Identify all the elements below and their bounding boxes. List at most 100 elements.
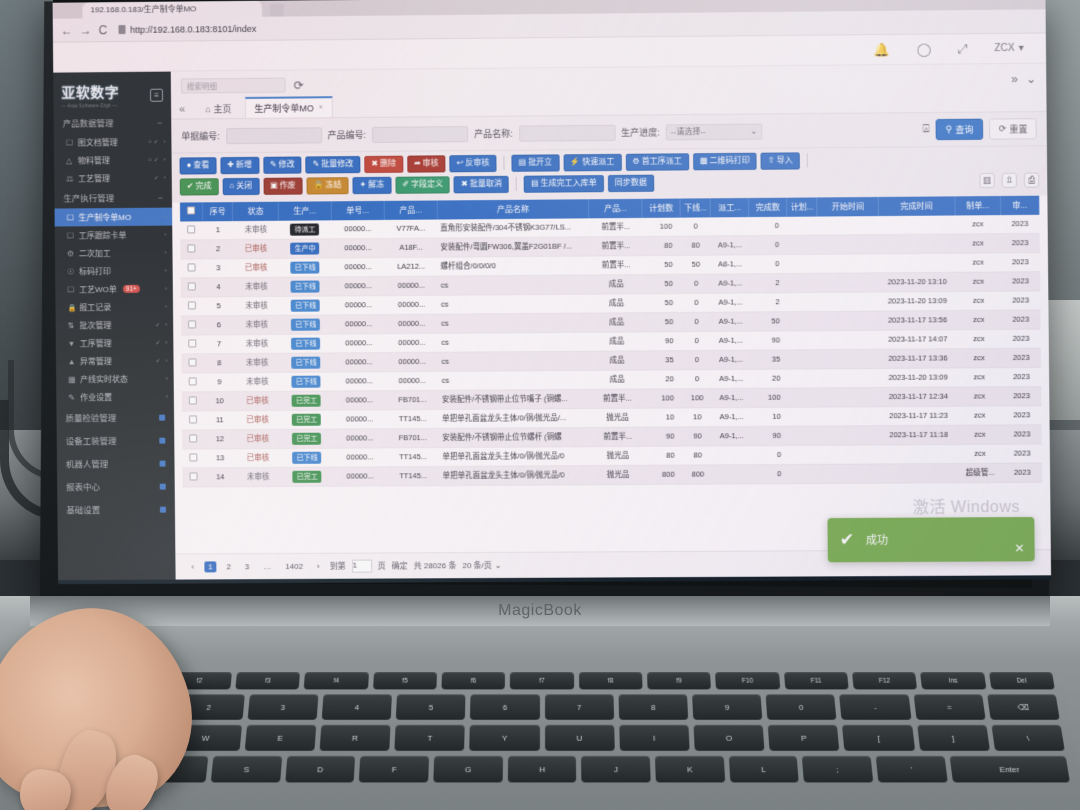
sidebar-item-line-realtime-status[interactable]: ▦ 产线实时状态 › <box>56 370 174 389</box>
key-f9[interactable]: f9 <box>646 672 712 690</box>
tag-icon[interactable]: ◯ <box>917 41 932 57</box>
export-icon[interactable]: ⇫ <box>1001 172 1017 188</box>
row-checkbox[interactable] <box>181 334 205 354</box>
tab-production-order-mo[interactable]: 生产制令单MO × <box>244 96 334 118</box>
row-checkbox[interactable] <box>181 315 204 335</box>
menu-toggle-icon[interactable]: ≡ <box>149 88 164 102</box>
sidebar-group-basic-settings[interactable]: 基础设置 <box>57 498 175 522</box>
table-row[interactable]: 14 未审核 已完工 00000... TT145... 单把单孔面盆龙头主体/0/铜/抛… <box>182 462 1042 487</box>
key-ins[interactable]: Ins <box>920 672 987 690</box>
refresh-icon[interactable]: ⟳ <box>294 78 304 92</box>
key-5[interactable]: 5 <box>395 694 466 720</box>
edit-button[interactable]: ✎ 修改 <box>262 156 302 174</box>
sidebar-group-product-data[interactable]: 产品数据管理 − <box>54 112 172 134</box>
search-button[interactable]: ⚲ 查询 <box>935 118 984 141</box>
sidebar-item-production-order-mo[interactable]: ☐ 生产制令单MO › <box>54 207 173 227</box>
key-8[interactable]: 8 <box>618 694 689 720</box>
forward-icon[interactable]: → <box>80 23 92 37</box>
column-settings-icon[interactable]: ▥ <box>979 172 995 188</box>
sidebar-item-process-step-mgmt[interactable]: ▼ 工序管理 ✓ › <box>56 334 174 353</box>
key-i[interactable]: I <box>619 724 690 751</box>
row-checkbox[interactable] <box>180 277 204 297</box>
reset-button[interactable]: ⟳ 重置 <box>989 118 1037 140</box>
generate-warehouse-receipt-button[interactable]: ▤ 生成完工入库单 <box>523 174 604 193</box>
goto-confirm-button[interactable]: 确定 <box>392 560 408 571</box>
sidebar-item-process-mgmt[interactable]: ⚖ 工艺管理 ✓ › <box>54 169 172 188</box>
page-prev-button[interactable]: ‹ <box>187 561 198 572</box>
row-checkbox[interactable] <box>181 410 205 430</box>
sidebar-item-secondary-processing[interactable]: ⚙ 二次加工 › <box>55 244 173 263</box>
key-y[interactable]: Y <box>469 724 540 751</box>
select-all-checkbox[interactable] <box>187 206 196 215</box>
key-[interactable]: \ <box>991 724 1065 751</box>
key-3[interactable]: 3 <box>247 694 319 720</box>
key-k[interactable]: K <box>654 755 725 783</box>
sidebar-collapse-icon[interactable]: « <box>179 103 192 118</box>
site-info-icon[interactable] <box>118 25 126 35</box>
sidebar-item-material-mgmt[interactable]: △ 物料管理 ⌂ ✓ › <box>54 151 172 170</box>
row-checkbox[interactable] <box>182 429 205 449</box>
key-e[interactable]: E <box>244 724 317 751</box>
key-t[interactable]: T <box>394 724 466 751</box>
key-6[interactable]: 6 <box>470 694 540 720</box>
row-checkbox[interactable] <box>181 391 205 411</box>
qrcode-print-button[interactable]: ▩ 二维码打印 <box>692 152 757 171</box>
row-checkbox[interactable] <box>181 353 205 373</box>
quick-dispatch-button[interactable]: ⚡ 快速派工 <box>563 153 622 172</box>
page-2-button[interactable]: 2 <box>222 561 235 572</box>
page-1-button[interactable]: 1 <box>204 561 217 573</box>
col-finish-time[interactable]: 完成时间 <box>878 195 955 216</box>
import-button[interactable]: ⇪ 导入 <box>760 152 800 170</box>
key-0[interactable]: 0 <box>765 694 837 720</box>
chevron-down-icon[interactable]: ⌄ <box>1026 71 1036 85</box>
key-f7[interactable]: f7 <box>510 672 574 690</box>
batch-edit-button[interactable]: ✎ 批量修改 <box>305 156 361 174</box>
key-[interactable]: = <box>913 694 986 720</box>
batch-cancel-button[interactable]: ✖ 批量取消 <box>453 175 509 193</box>
key-r[interactable]: R <box>319 724 391 751</box>
col-status[interactable]: 状态 <box>232 201 279 221</box>
col-start-time[interactable]: 开始时间 <box>817 196 879 217</box>
audit-button[interactable]: ➦ 审核 <box>406 155 446 173</box>
delete-button[interactable]: ✖ 删除 <box>364 155 404 173</box>
key-enter[interactable]: Enter <box>949 755 1070 783</box>
batch-open-button[interactable]: ▤ 批开立 <box>511 154 560 172</box>
field-definition-button[interactable]: ✐ 字段定义 <box>395 176 451 194</box>
sidebar-item-doc-mgmt[interactable]: ☐ 图文档管理 ⌂ ✓ › <box>54 133 172 152</box>
key-[interactable]: - <box>839 694 912 720</box>
close-icon[interactable]: × <box>319 104 323 111</box>
page-size-select[interactable]: 20 条/页 ⌄ <box>462 560 501 571</box>
key-p[interactable]: P <box>767 724 840 751</box>
key-del[interactable]: Del <box>988 672 1055 690</box>
product-name-input[interactable] <box>518 124 616 142</box>
crop-icon[interactable]: ⍓ <box>923 123 930 136</box>
user-menu[interactable]: ZCX ▾ <box>994 43 1023 54</box>
search-input[interactable]: 搜索明细 <box>180 77 286 94</box>
key-f3[interactable]: f3 <box>235 672 301 690</box>
key-f10[interactable]: F10 <box>715 672 780 690</box>
key-f4[interactable]: f4 <box>304 672 369 690</box>
sidebar-item-report-record[interactable]: 🔒 报工记录 › <box>55 298 173 317</box>
row-checkbox[interactable] <box>182 467 206 487</box>
key-h[interactable]: H <box>507 755 577 783</box>
key-4[interactable]: 4 <box>321 694 393 720</box>
key-7[interactable]: 7 <box>544 694 614 720</box>
row-checkbox[interactable] <box>180 258 204 278</box>
page-3-button[interactable]: 3 <box>241 561 254 572</box>
row-checkbox[interactable] <box>180 296 204 316</box>
row-checkbox[interactable] <box>180 239 204 259</box>
back-icon[interactable]: ← <box>61 23 73 37</box>
sync-data-button[interactable]: 同步数据 <box>607 174 655 192</box>
browser-tab-secondary[interactable] <box>269 3 284 17</box>
page-next-button[interactable]: › <box>313 561 324 572</box>
print-icon[interactable]: ⎙ <box>1023 172 1040 188</box>
reload-icon[interactable]: C <box>99 23 108 37</box>
key-u[interactable]: U <box>544 724 615 751</box>
sidebar-item-batch-mgmt[interactable]: ⇅ 批次管理 ✓ › <box>56 316 174 335</box>
close-icon[interactable]: ✕ <box>1014 541 1024 555</box>
key-f5[interactable]: f5 <box>372 672 437 690</box>
page-last-button[interactable]: 1402 <box>281 561 307 572</box>
key-[interactable]: [ <box>842 724 915 751</box>
freeze-button[interactable]: 🔒 冻结 <box>306 176 349 195</box>
browser-tab[interactable]: 192.168.0.183/生产制令单MO <box>82 0 262 19</box>
